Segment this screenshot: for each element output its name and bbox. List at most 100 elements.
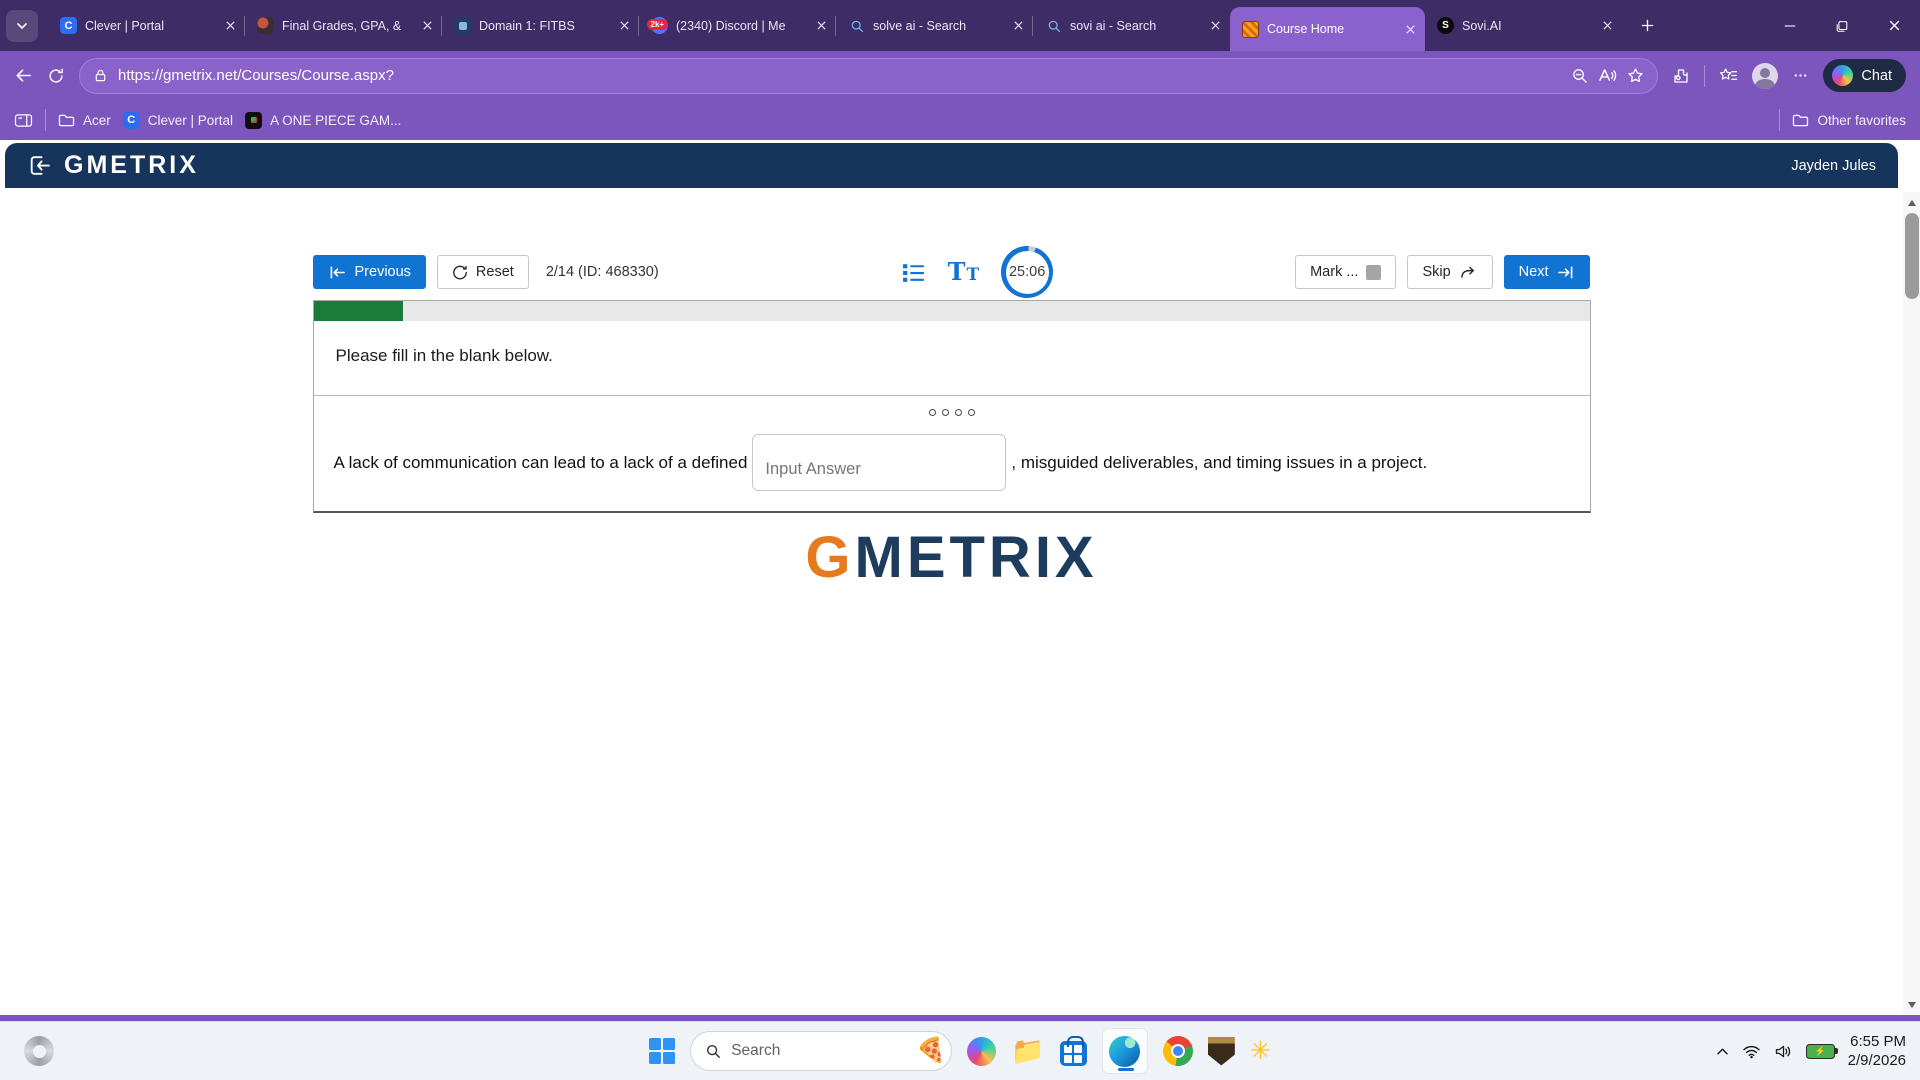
battery-icon[interactable]: ⚡ (1806, 1044, 1835, 1059)
reset-button[interactable]: Reset (437, 255, 529, 289)
question-progress-text: 2/14 (ID: 468330) (546, 264, 659, 280)
exit-course-icon[interactable] (27, 154, 52, 177)
url-field[interactable]: https://gmetrix.net/Courses/Course.aspx? (79, 58, 1658, 94)
favorites-bar: Acer C Clever | Portal A ONE PIECE GAM..… (0, 100, 1920, 140)
settings-more-icon[interactable] (1792, 67, 1809, 84)
copilot-chat-button[interactable]: Chat (1823, 59, 1906, 92)
volume-icon[interactable] (1774, 1044, 1793, 1059)
refresh-button[interactable] (47, 67, 65, 85)
walmart-icon[interactable]: ✳ (1250, 1039, 1271, 1064)
tab-solve-ai-search[interactable]: solve ai - Search (836, 0, 1033, 51)
chat-label: Chat (1861, 68, 1892, 84)
tab-search-button[interactable] (6, 10, 38, 42)
tab-course-home-active[interactable]: Course Home (1230, 7, 1425, 51)
taskbar-widget-icon[interactable] (24, 1036, 54, 1066)
search-icon (705, 1043, 721, 1059)
pizza-highlight-icon: 🍕 (916, 1039, 946, 1063)
favorites-list-icon[interactable] (1719, 67, 1738, 84)
favorite-label: A ONE PIECE GAM... (270, 113, 401, 128)
tab-close-icon[interactable] (816, 20, 827, 31)
window-controls (1764, 0, 1920, 51)
user-name[interactable]: Jayden Jules (1791, 158, 1876, 174)
question-list-icon[interactable] (901, 261, 926, 284)
forge-game-icon[interactable] (1208, 1037, 1235, 1066)
tab-close-icon[interactable] (1013, 20, 1024, 31)
tab-sovi-ai[interactable]: S Sovi.AI (1425, 0, 1622, 51)
mark-square-icon (1366, 265, 1381, 280)
answer-area: A lack of communication can lead to a la… (314, 396, 1590, 511)
chrome-browser-icon[interactable] (1163, 1036, 1193, 1066)
tab-close-icon[interactable] (422, 20, 433, 31)
clever-icon: C (123, 112, 140, 129)
favorite-star-icon[interactable] (1627, 67, 1644, 84)
minimize-button[interactable] (1764, 0, 1816, 51)
maximize-button[interactable] (1816, 0, 1868, 51)
zoom-out-icon[interactable] (1571, 67, 1588, 84)
previous-button[interactable]: Previous (313, 255, 426, 289)
clock-time: 6:55 PM (1848, 1032, 1906, 1052)
file-explorer-icon[interactable]: 📁 (1011, 1038, 1045, 1065)
profile-avatar[interactable] (1752, 63, 1778, 89)
wifi-icon[interactable] (1742, 1044, 1761, 1059)
answer-input[interactable] (752, 434, 1006, 491)
tab-title: Sovi.AI (1462, 19, 1594, 33)
mark-for-review-button[interactable]: Mark ... (1295, 255, 1396, 289)
divider (1779, 109, 1780, 131)
favorite-acer-folder[interactable]: Acer (58, 113, 111, 128)
edge-browser-icon-active[interactable] (1102, 1028, 1148, 1074)
clock-date: 2/9/2026 (1848, 1051, 1906, 1071)
browser-address-bar: https://gmetrix.net/Courses/Course.aspx?… (0, 51, 1920, 100)
favorite-label: Clever | Portal (148, 113, 233, 128)
favorite-clever-portal[interactable]: C Clever | Portal (123, 112, 233, 129)
sovi-ai-icon: S (1437, 17, 1454, 34)
close-window-button[interactable] (1868, 0, 1920, 51)
tray-expand-icon[interactable] (1716, 1047, 1729, 1056)
new-tab-button[interactable] (1630, 9, 1664, 43)
tab-clever-portal[interactable]: C Clever | Portal (48, 0, 245, 51)
sentence-after: , misguided deliverables, and timing iss… (1011, 453, 1427, 473)
search-label: Search (731, 1042, 906, 1060)
gmetrix-logo-rest: METRIX (855, 525, 1098, 590)
back-button[interactable] (14, 66, 33, 85)
tab-sovi-ai-search[interactable]: sovi ai - Search (1033, 0, 1230, 51)
scrollbar-thumb[interactable] (1905, 213, 1919, 299)
discord-icon: 2k+ (651, 17, 668, 34)
page-scrollbar[interactable] (1903, 192, 1920, 1015)
next-button[interactable]: Next (1504, 255, 1591, 289)
search-icon (1045, 17, 1062, 34)
grades-site-icon (257, 17, 274, 34)
scroll-up-arrow[interactable] (1903, 194, 1920, 211)
panel-drag-handle[interactable] (334, 403, 1570, 421)
timer-ring: 25:06 (1001, 246, 1053, 298)
course-progress-bar (314, 301, 1590, 321)
tab-final-grades[interactable]: Final Grades, GPA, & (245, 0, 442, 51)
start-button[interactable] (649, 1038, 675, 1064)
scroll-down-arrow[interactable] (1903, 996, 1920, 1013)
microsoft-store-icon[interactable] (1060, 1041, 1087, 1066)
taskbar-search-box[interactable]: Search 🍕 (690, 1031, 952, 1071)
tab-domain-1-fitbs[interactable]: Domain 1: FITBS (442, 0, 639, 51)
question-toolbar: Previous Reset 2/14 (ID: 468330) TT 25:0… (313, 246, 1591, 298)
read-aloud-icon[interactable] (1598, 67, 1617, 84)
tab-close-icon[interactable] (1210, 20, 1221, 31)
skip-button[interactable]: Skip (1407, 255, 1492, 289)
timer-value: 25:06 (1006, 251, 1049, 294)
text-size-icon[interactable]: TT (948, 260, 980, 284)
tab-close-icon[interactable] (1405, 24, 1416, 35)
other-favorites[interactable]: Other favorites (1792, 113, 1906, 128)
taskbar-clock[interactable]: 6:55 PM 2/9/2026 (1848, 1032, 1906, 1071)
tab-close-icon[interactable] (619, 20, 630, 31)
favorite-one-piece-game[interactable]: A ONE PIECE GAM... (245, 112, 401, 129)
question-prompt: Please fill in the blank below. (314, 321, 1590, 396)
progress-fill (314, 301, 403, 321)
tab-discord[interactable]: 2k+ (2340) Discord | Me (639, 0, 836, 51)
sidebar-icon[interactable] (14, 113, 33, 128)
game-site-icon (245, 112, 262, 129)
copilot-taskbar-icon[interactable] (967, 1037, 996, 1066)
tab-close-icon[interactable] (225, 20, 236, 31)
favorite-label: Acer (83, 113, 111, 128)
divider (45, 109, 46, 131)
tab-close-icon[interactable] (1602, 20, 1613, 31)
gmetrix-logo: GMETRIX (313, 529, 1591, 587)
extensions-icon[interactable] (1672, 67, 1690, 85)
